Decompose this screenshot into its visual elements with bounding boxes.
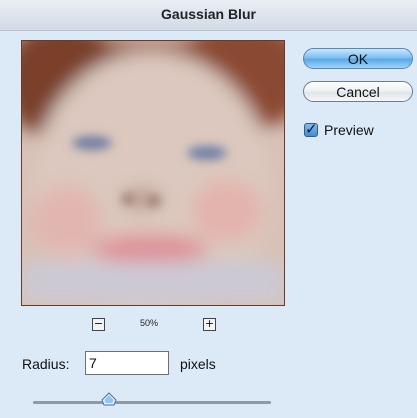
radius-slider-track[interactable]: [33, 401, 271, 404]
slider-thumb-icon[interactable]: [101, 392, 117, 406]
checkmark-icon: ✓: [305, 120, 318, 138]
dialog-title: Gaussian Blur: [161, 6, 256, 22]
ok-button[interactable]: OK: [303, 48, 413, 69]
zoom-out-icon[interactable]: −: [92, 318, 105, 331]
gaussian-blur-dialog: Gaussian Blur − 50% + OK Cancel ✓ Previe…: [0, 0, 417, 418]
preview-checkbox-label: Preview: [324, 122, 374, 138]
title-bar: Gaussian Blur: [0, 0, 417, 31]
zoom-controls: − 50% +: [92, 318, 217, 332]
preview-image[interactable]: [21, 40, 285, 306]
cancel-button[interactable]: Cancel: [303, 81, 413, 102]
preview-checkbox[interactable]: ✓: [304, 120, 318, 138]
zoom-level: 50%: [140, 318, 159, 328]
radius-input[interactable]: [85, 351, 169, 375]
zoom-in-icon[interactable]: +: [203, 318, 216, 331]
radius-units-label: pixels: [180, 356, 216, 372]
blurred-face-preview: [22, 41, 284, 305]
radius-label: Radius:: [22, 356, 70, 372]
